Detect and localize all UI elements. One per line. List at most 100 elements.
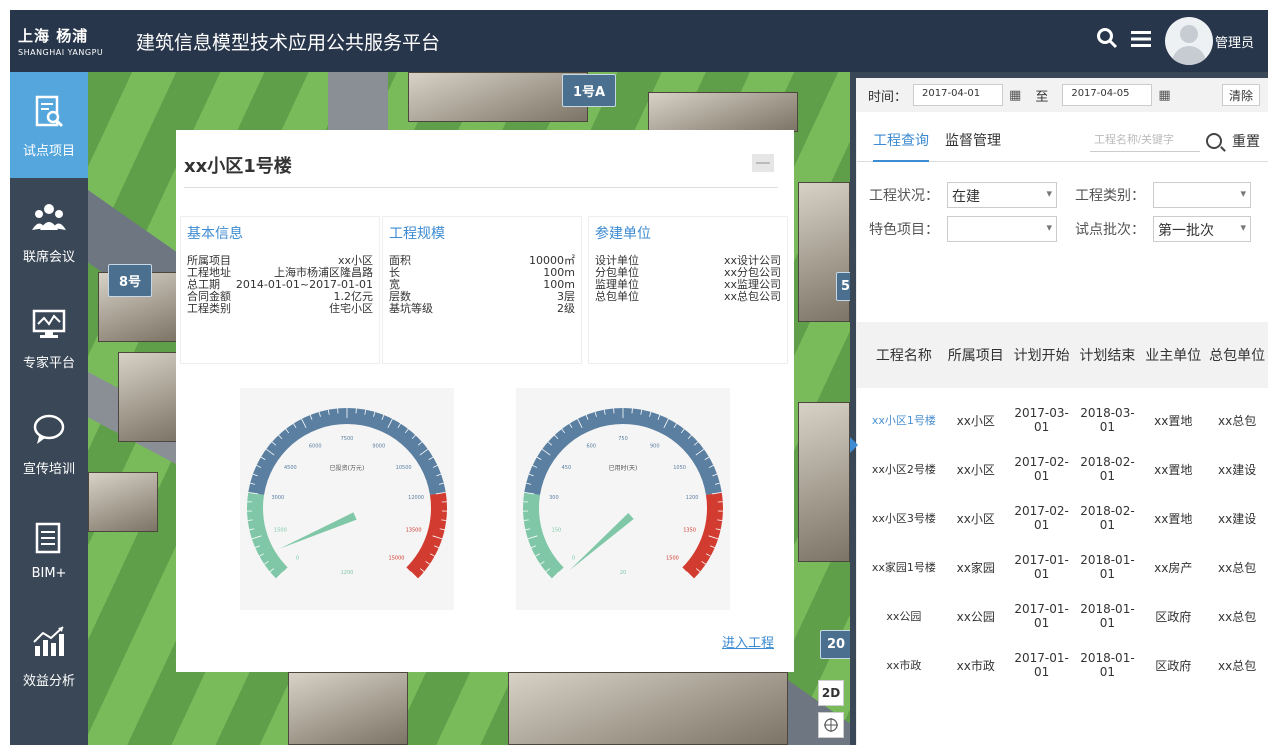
gauge-value-text: 20 — [620, 570, 626, 576]
table-cell: 2017-03-01 — [1014, 406, 1069, 434]
table-row[interactable]: xx小区2号楼 xx小区 2017-02-01 2018-02-01 xx置地 xx建设 — [857, 455, 1268, 483]
gauge-tick-label: 7500 — [341, 436, 354, 442]
table-cell: xx小区 — [956, 413, 995, 428]
sidebar-item-promotion-training[interactable]: 宣传培训 — [10, 390, 88, 496]
project-name-cell[interactable]: xx小区2号楼 — [857, 461, 943, 477]
gauge-tick-label: 450 — [562, 465, 572, 471]
user-name[interactable]: 管理员 — [1215, 32, 1254, 51]
map-building — [288, 672, 408, 745]
status-label: 工程状况： — [869, 188, 939, 204]
panel-arrow-icon — [850, 437, 858, 453]
info-row: 基坑等级 2级 — [389, 303, 575, 315]
sidebar-item-bim-plus[interactable]: BIM+ — [10, 496, 88, 602]
map-tag-1a[interactable]: 1号A — [562, 74, 617, 107]
gauge-band-high — [406, 492, 447, 579]
gauge-tick-label: 10500 — [396, 465, 412, 471]
column-header[interactable]: 业主单位 — [1140, 345, 1206, 365]
info-value: 2级 — [557, 302, 575, 315]
gauge-band-mid — [248, 408, 446, 495]
speech-bubble-icon — [29, 410, 69, 450]
gauge-tick-label: 0 — [572, 555, 575, 561]
project-name-cell[interactable]: xx家园1号楼 — [857, 559, 943, 575]
column-header[interactable]: 工程名称 — [857, 345, 943, 365]
info-row: 总包单位 xx总包公司 — [595, 291, 781, 303]
table-cell: 2017-01-01 — [1014, 651, 1069, 679]
table-cell: xx市政 — [956, 658, 995, 673]
table-row[interactable]: xx市政 xx市政 2017-01-01 2018-01-01 区政府 xx总包 — [857, 651, 1268, 679]
project-name-cell[interactable]: xx公园 — [857, 608, 943, 624]
search-document-icon — [29, 92, 69, 132]
sidebar: 试点项目 联席会议 专家平台 宣传培训 BIM+ 效益分析 — [10, 72, 88, 745]
date-from-input[interactable]: 2017-04-01 — [913, 84, 1004, 106]
column-header[interactable]: 计划开始 — [1009, 345, 1075, 365]
gauge-tick-label: 150 — [552, 528, 562, 534]
minimize-button[interactable] — [752, 154, 774, 172]
sidebar-item-benefit-analysis[interactable]: 效益分析 — [10, 602, 88, 708]
sidebar-item-joint-meeting[interactable]: 联席会议 — [10, 178, 88, 284]
map-compass-button[interactable] — [818, 712, 844, 738]
search-icon[interactable] — [1095, 27, 1119, 55]
table-cell: 区政府 — [1155, 609, 1192, 624]
time-gauge: 0 150 300 450 600 750 900 1050 1200 1350 1500 已用时(天… — [516, 388, 730, 610]
column-header[interactable]: 所属项目 — [943, 345, 1009, 365]
popup-title: xx小区1号楼 — [184, 156, 292, 177]
table-cell: xx总包 — [1218, 658, 1257, 673]
table-header: 工程名称 所属项目 计划开始 计划结束 业主单位 总包单位 — [857, 322, 1268, 388]
map-building — [118, 352, 178, 442]
table-row[interactable]: xx家园1号楼 xx家园 2017-01-01 2018-01-01 xx房产 xx总包 — [857, 553, 1268, 581]
table-cell: 2018-03-01 — [1080, 406, 1135, 434]
scale-info-heading: 工程规模 — [389, 226, 445, 242]
map-2d-button[interactable]: 2D — [818, 680, 844, 706]
column-header[interactable]: 计划结束 — [1075, 345, 1141, 365]
tab-label: 工程查询 — [873, 120, 929, 162]
top-header: 上海 杨浦 SHANGHAI YANGPU 建筑信息模型技术应用公共服务平台 管… — [10, 10, 1268, 72]
table-row[interactable]: xx公园 xx公园 2017-01-01 2018-01-01 区政府 xx总包 — [857, 602, 1268, 630]
project-name-cell[interactable]: xx市政 — [857, 657, 943, 673]
calendar-icon[interactable]: ▦ — [1009, 88, 1021, 103]
map-building — [798, 182, 850, 322]
table-cell: xx房产 — [1154, 560, 1193, 575]
sidebar-item-expert-platform[interactable]: 专家平台 — [10, 284, 88, 390]
map-tag-20[interactable]: 20 — [820, 630, 850, 659]
feature-select[interactable] — [947, 216, 1057, 242]
project-name-cell[interactable]: xx小区3号楼 — [857, 510, 943, 526]
sidebar-item-label: 宣传培训 — [22, 461, 75, 477]
table-cell: 区政府 — [1155, 658, 1192, 673]
gauge-tick-label: 600 — [586, 444, 596, 450]
column-header[interactable]: 总包单位 — [1206, 345, 1268, 365]
gauge-tick-label: 1050 — [673, 465, 686, 471]
menu-icon[interactable] — [1129, 29, 1153, 54]
gauge-tick-label: 1200 — [686, 495, 699, 501]
tab-project-query[interactable]: 工程查询 — [857, 120, 929, 162]
date-to-input[interactable]: 2017-04-05 — [1062, 84, 1153, 106]
sidebar-item-label: BIM+ — [31, 565, 67, 581]
gauge-tick-label: 15000 — [389, 555, 405, 561]
table-row[interactable]: xx小区1号楼 xx小区 2017-03-01 2018-03-01 xx置地 xx总包 — [857, 406, 1268, 434]
search-input[interactable] — [1090, 129, 1200, 152]
avatar[interactable] — [1164, 17, 1213, 65]
clear-button[interactable]: 清除 — [1221, 84, 1260, 106]
bar-chart-icon — [29, 622, 69, 662]
type-select[interactable] — [1153, 182, 1251, 208]
reset-button[interactable]: 重置 — [1232, 131, 1260, 151]
logo-en-text: SHANGHAI YANGPU — [18, 48, 104, 57]
enter-project-link[interactable]: 进入工程 — [722, 632, 774, 651]
sidebar-item-pilot-projects[interactable]: 试点项目 — [10, 72, 88, 178]
table-row[interactable]: xx小区3号楼 xx小区 2017-02-01 2018-02-01 xx置地 xx建设 — [857, 504, 1268, 532]
basic-info-box: 基本信息 所属项目 xx小区 工程地址 上海市杨浦区隆昌路 总工期 2014-01-01~… — [180, 216, 380, 364]
table-cell: 2017-02-01 — [1014, 455, 1069, 483]
batch-label: 试点批次： — [1075, 222, 1145, 238]
map-tag-8[interactable]: 8号 — [108, 264, 153, 297]
calendar-icon[interactable]: ▦ — [1158, 88, 1170, 103]
tab-supervision[interactable]: 监督管理 — [929, 120, 1001, 162]
project-name-cell[interactable]: xx小区1号楼 — [857, 412, 943, 428]
batch-select[interactable]: 第一批次 — [1153, 216, 1251, 242]
search-icon[interactable] — [1206, 132, 1222, 149]
gauge-tick-label: 900 — [650, 444, 660, 450]
table-cell: 2018-02-01 — [1080, 455, 1135, 483]
status-select[interactable]: 在建 — [947, 182, 1057, 208]
table-cell: xx置地 — [1154, 462, 1193, 477]
table-cell: 2018-01-01 — [1080, 602, 1135, 630]
map-tag-5[interactable]: 5 — [836, 272, 850, 301]
scale-info-box: 工程规模 面积 10000㎡长 100m 宽 100m 层数 3层 基坑等级 2级 — [382, 216, 582, 364]
